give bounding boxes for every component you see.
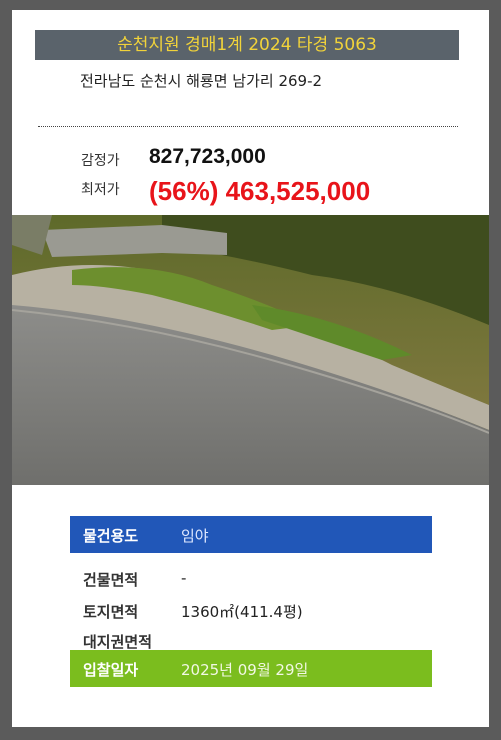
land-area-label: 토지면적 bbox=[83, 603, 139, 621]
usage-row: 물건용도 임야 bbox=[70, 516, 432, 553]
building-area-label: 건물면적 bbox=[83, 571, 139, 589]
usage-value: 임야 bbox=[181, 527, 209, 545]
appraisal-value: 827,723,000 bbox=[149, 145, 266, 168]
bid-date-row: 입찰일자 2025년 09월 29일 bbox=[70, 650, 432, 687]
property-photo bbox=[12, 215, 489, 485]
minimum-price-value: (56%) 463,525,000 bbox=[149, 176, 371, 206]
property-photo-image bbox=[12, 215, 489, 485]
building-area-row: 건물면적 - bbox=[70, 560, 432, 590]
property-address: 전라남도 순천시 해룡면 남가리 269-2 bbox=[80, 72, 323, 90]
land-area-value: 1360㎡(411.4평) bbox=[181, 603, 303, 621]
bid-date-label: 입찰일자 bbox=[83, 661, 139, 679]
auction-card: 순천지원 경매1계 2024 타경 5063 전라남도 순천시 해룡면 남가리 … bbox=[12, 10, 489, 727]
case-title: 순천지원 경매1계 2024 타경 5063 bbox=[35, 30, 459, 60]
land-rights-label: 대지권면적 bbox=[83, 633, 153, 651]
minimum-price-label: 최저가 bbox=[81, 182, 120, 198]
land-area-row: 토지면적 1360㎡(411.4평) bbox=[70, 592, 432, 622]
bid-date-value: 2025년 09월 29일 bbox=[181, 661, 309, 679]
appraisal-label: 감정가 bbox=[81, 153, 120, 169]
usage-label: 물건용도 bbox=[83, 527, 139, 545]
building-area-value: - bbox=[181, 569, 187, 587]
land-rights-row: 대지권면적 bbox=[70, 622, 432, 652]
divider bbox=[38, 126, 458, 127]
